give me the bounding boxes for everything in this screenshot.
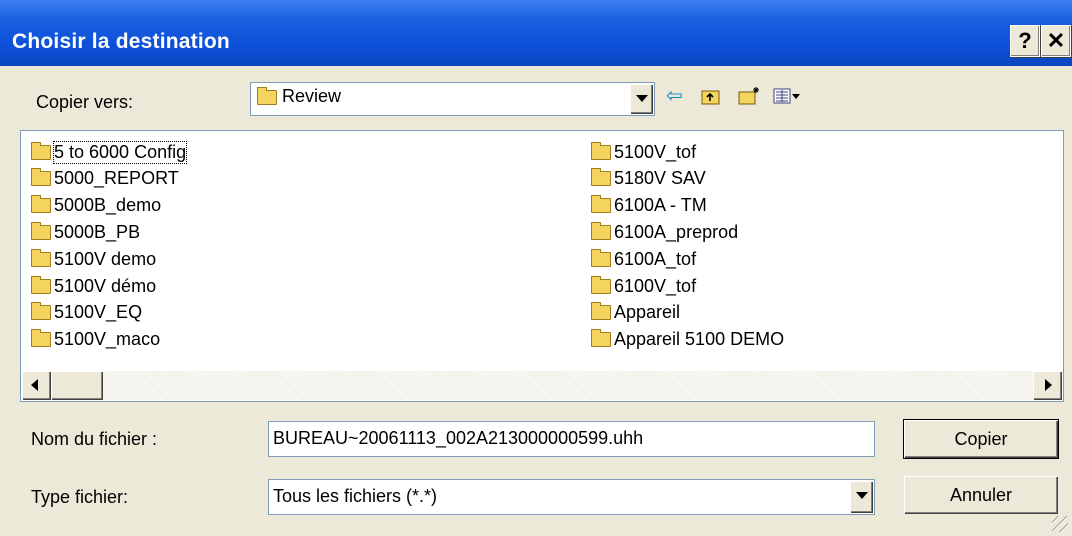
dialog-title: Choisir la destination bbox=[12, 30, 230, 53]
folder-icon bbox=[31, 221, 51, 240]
list-item[interactable]: 6100A_preprod bbox=[591, 219, 738, 245]
copy-button[interactable]: Copier bbox=[903, 419, 1059, 459]
folder-icon bbox=[31, 194, 51, 213]
close-button[interactable]: ✕ bbox=[1041, 25, 1071, 57]
up-folder-icon[interactable] bbox=[700, 86, 722, 110]
location-combo[interactable]: Review bbox=[250, 82, 655, 116]
list-item[interactable]: 6100V_tof bbox=[591, 273, 696, 299]
filetype-value: Tous les fichiers (*.*) bbox=[273, 486, 438, 506]
folder-icon bbox=[31, 328, 51, 347]
back-icon[interactable]: ⇦ bbox=[666, 86, 683, 106]
scroll-thumb[interactable] bbox=[51, 371, 103, 400]
folder-icon bbox=[591, 328, 611, 347]
location-value: Review bbox=[257, 86, 341, 107]
folder-icon bbox=[591, 167, 611, 186]
list-item[interactable]: 5000_REPORT bbox=[31, 165, 179, 191]
list-item[interactable]: 5100V demo bbox=[31, 246, 156, 272]
folder-icon bbox=[591, 248, 611, 267]
up-folder-icon-svg bbox=[701, 90, 720, 105]
file-list[interactable]: 5 to 6000 Config 5000_REPORT 5000B_demo … bbox=[20, 130, 1064, 402]
scroll-right-button[interactable] bbox=[1033, 371, 1062, 400]
location-dropdown-button[interactable] bbox=[630, 84, 653, 114]
new-folder-icon[interactable] bbox=[737, 86, 761, 110]
new-folder-icon-svg bbox=[738, 87, 759, 105]
list-item[interactable]: 5180V SAV bbox=[591, 165, 706, 191]
resize-grip[interactable] bbox=[1052, 516, 1068, 532]
title-bar[interactable]: Choisir la destination ? ✕ bbox=[0, 0, 1072, 66]
list-item[interactable]: 6100A - TM bbox=[591, 192, 707, 218]
folder-icon bbox=[591, 141, 611, 160]
help-button[interactable]: ? bbox=[1010, 25, 1040, 57]
filetype-select[interactable]: Tous les fichiers (*.*) bbox=[268, 479, 875, 515]
list-item[interactable]: Appareil bbox=[591, 299, 680, 325]
folder-icon bbox=[591, 194, 611, 213]
dialog-window: Choisir la destination ? ✕ Copier vers: … bbox=[0, 0, 1072, 536]
folder-icon bbox=[257, 86, 277, 105]
list-item[interactable]: 5100V démo bbox=[31, 273, 156, 299]
list-item[interactable]: 5000B_demo bbox=[31, 192, 161, 218]
filename-value: BUREAU~20061113_002A213000000599.uhh bbox=[273, 428, 644, 448]
view-menu-icon[interactable] bbox=[772, 86, 802, 110]
list-item[interactable]: 5000B_PB bbox=[31, 219, 140, 245]
folder-icon bbox=[31, 275, 51, 294]
list-item[interactable]: 6100A_tof bbox=[591, 246, 696, 272]
folder-icon bbox=[591, 275, 611, 294]
filetype-label: Type fichier: bbox=[31, 487, 129, 507]
location-label: Copier vers: bbox=[36, 92, 134, 112]
folder-icon bbox=[31, 301, 51, 320]
list-item[interactable]: Appareil 5100 DEMO bbox=[591, 326, 784, 352]
folder-icon bbox=[591, 221, 611, 240]
list-item[interactable]: 5100V_EQ bbox=[31, 299, 142, 325]
filename-input[interactable]: BUREAU~20061113_002A213000000599.uhh bbox=[268, 421, 875, 457]
folder-icon bbox=[591, 301, 611, 320]
cancel-button[interactable]: Annuler bbox=[904, 476, 1058, 514]
folder-icon bbox=[31, 167, 51, 186]
filetype-dropdown-button[interactable] bbox=[850, 481, 873, 513]
list-item[interactable]: 5 to 6000 Config bbox=[31, 139, 188, 165]
view-menu-icon-svg bbox=[773, 88, 800, 104]
list-item[interactable]: 5100V_maco bbox=[31, 326, 160, 352]
filename-label: Nom du fichier : bbox=[31, 429, 158, 449]
list-item[interactable]: 5100V_tof bbox=[591, 139, 696, 165]
folder-icon bbox=[31, 141, 51, 160]
folder-icon bbox=[31, 248, 51, 267]
horizontal-scrollbar[interactable] bbox=[22, 371, 1062, 400]
scroll-left-button[interactable] bbox=[22, 371, 51, 400]
